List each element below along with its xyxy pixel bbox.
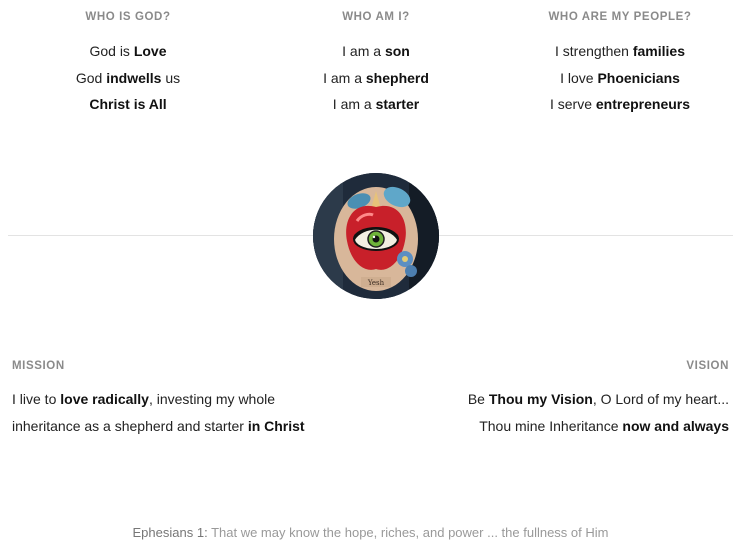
- column-who-is-god: WHO IS GOD? God is Love God indwells us …: [8, 0, 248, 118]
- vision-line: Be Thou my Vision, O Lord of my heart...: [467, 391, 729, 407]
- mission-heading: MISSION: [12, 360, 65, 372]
- scripture-verse: Ephesians 1: That we may know the hope, …: [0, 525, 741, 541]
- column-heading: WHO ARE MY PEOPLE?: [548, 11, 692, 23]
- tattoo-caption: Yesh: [367, 279, 385, 287]
- statement-line: Christ is All: [89, 96, 167, 112]
- statement-line: I am a son: [342, 43, 410, 59]
- verse-text: That we may know the hope, riches, and p…: [207, 525, 609, 540]
- statement-line: I love Phoenicians: [560, 69, 680, 86]
- verse-reference: Ephesians 1:: [132, 525, 208, 540]
- mission-line: inheritance as a shepherd and starter in…: [12, 418, 305, 434]
- mission-statement: I live to love radically, investing my w…: [12, 386, 305, 440]
- statement-line: God is Love: [89, 43, 167, 59]
- statement-line: I serve entrepreneurs: [549, 96, 691, 112]
- column-heading: WHO AM I?: [342, 11, 410, 23]
- column-who-am-i: WHO AM I? I am a son I am a shepherd I a…: [256, 0, 496, 118]
- statement-line: I am a starter: [332, 96, 420, 112]
- vision-statement: Be Thou my Vision, O Lord of my heart...…: [468, 386, 729, 440]
- mission-line: I live to love radically, investing my w…: [12, 391, 276, 407]
- column-heading: WHO IS GOD?: [85, 11, 171, 23]
- column-who-are-my-people: WHO ARE MY PEOPLE? I strengthen families…: [500, 0, 740, 118]
- vision-line: Thou mine Inheritance now and always: [479, 418, 729, 434]
- avatar: Yesh: [313, 173, 439, 299]
- statement-line: God indwells us: [75, 69, 181, 86]
- apple-eye-tattoo-image: Yesh: [313, 173, 439, 299]
- statement-line: I strengthen families: [555, 43, 685, 59]
- vision-heading: VISION: [686, 360, 729, 372]
- statement-line: I am a shepherd: [323, 69, 429, 86]
